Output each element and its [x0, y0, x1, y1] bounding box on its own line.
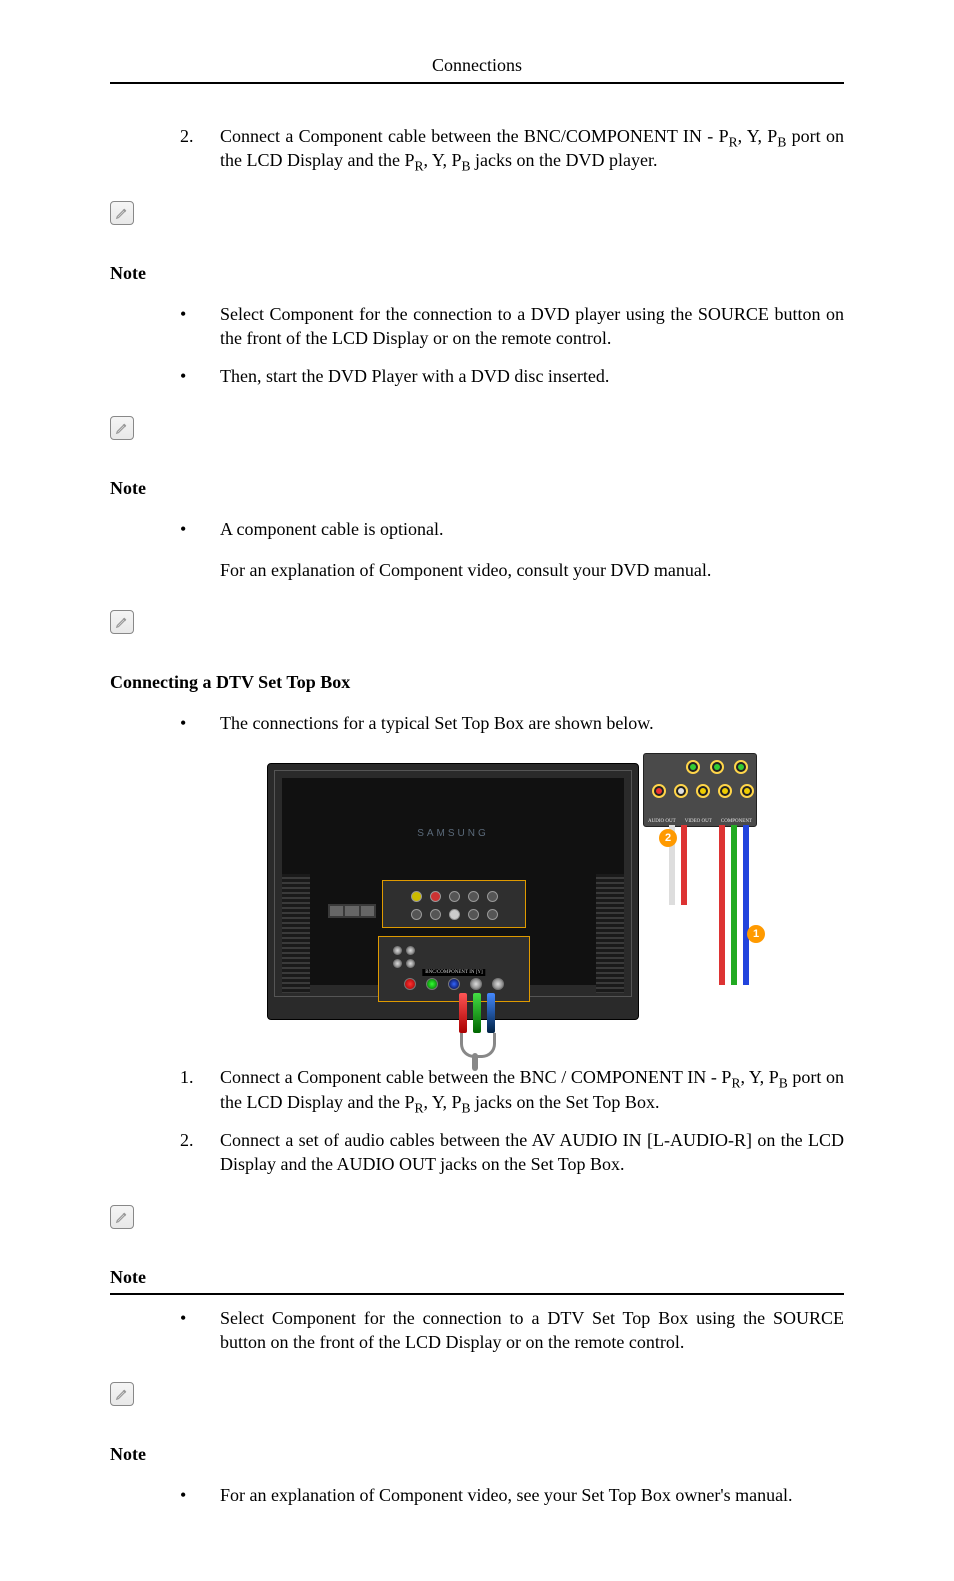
- set-top-box-panel: AUDIO OUT VIDEO OUT COMPONENT: [643, 753, 757, 827]
- note-icon: [110, 610, 134, 634]
- content-area: 2. Connect a Component cable between the…: [110, 124, 844, 1507]
- bullet-d-1: • Select Component for the connection to…: [180, 1306, 844, 1355]
- port-pb: [448, 978, 460, 990]
- stb-step-1-text: Connect a Component cable between the BN…: [220, 1065, 844, 1114]
- step-2-number: 2.: [180, 124, 220, 173]
- note-icon: [110, 1382, 134, 1406]
- lcd-display-rear: SAMSUNG BNC/COMPONENT IN [Y]: [267, 763, 639, 1020]
- bullet-b-1: • A component cable is optional. For an …: [180, 517, 844, 582]
- bnc-label: BNC/COMPONENT IN [Y]: [422, 969, 485, 976]
- note-icon: [110, 416, 134, 440]
- upper-port-block: [382, 880, 526, 928]
- bullet-c-1: • The connections for a typical Set Top …: [180, 711, 844, 735]
- connection-figure: SAMSUNG BNC/COMPONENT IN [Y]: [180, 763, 844, 1025]
- section-title-stb: Connecting a DTV Set Top Box: [110, 672, 844, 693]
- stb-step-1: 1. Connect a Component cable between the…: [180, 1065, 844, 1114]
- port-y: [426, 978, 438, 990]
- page-header: Connections: [110, 55, 844, 84]
- component-cables-stb: [719, 825, 749, 985]
- callout-1: 1: [747, 925, 765, 943]
- bullet-e-1: • For an explanation of Component video,…: [180, 1483, 844, 1507]
- port-pr: [404, 978, 416, 990]
- note-heading-4: Note: [110, 1444, 844, 1465]
- step-2: 2. Connect a Component cable between the…: [180, 124, 844, 173]
- brand-logo: SAMSUNG: [417, 828, 489, 839]
- bullet-a-1: • Then, start the DVD Player with a DVD …: [180, 364, 844, 388]
- note-heading-3: Note: [110, 1267, 844, 1288]
- note-icon: [110, 201, 134, 225]
- note-icon: [110, 1205, 134, 1229]
- note-heading-1: Note: [110, 263, 844, 284]
- component-plugs: [459, 993, 495, 1033]
- note-heading-2: Note: [110, 478, 844, 499]
- port-extra-1: [470, 978, 482, 990]
- step-2-text: Connect a Component cable between the BN…: [220, 124, 844, 173]
- port-extra-2: [492, 978, 504, 990]
- header-title: Connections: [432, 55, 522, 75]
- footer-rule: [110, 1293, 844, 1295]
- stb-step-2: 2. Connect a set of audio cables between…: [180, 1128, 844, 1177]
- bnc-component-panel: BNC/COMPONENT IN [Y]: [378, 936, 530, 1002]
- bullet-a-0: • Select Component for the connection to…: [180, 302, 844, 351]
